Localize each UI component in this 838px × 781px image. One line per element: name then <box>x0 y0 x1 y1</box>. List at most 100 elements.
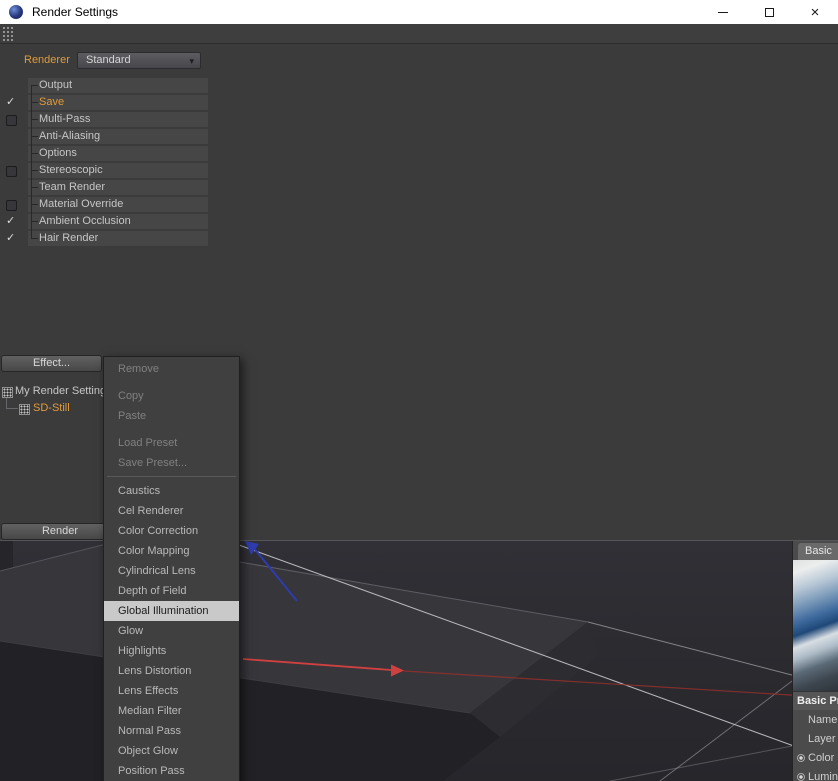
titlebar: Render Settings × <box>0 0 838 24</box>
render-setting-icon <box>2 387 13 398</box>
context-menu-item[interactable]: Object Glow <box>104 741 239 761</box>
tree-connector-line <box>31 85 32 238</box>
attribute-label: Color <box>808 752 835 764</box>
channel-radio-icon[interactable] <box>797 754 805 762</box>
checkbox-checked-icon: ✓ <box>6 232 16 244</box>
settings-tree-label: Stereoscopic <box>39 164 103 176</box>
attribute-rows: Name Layer Color Luminance <box>793 711 838 781</box>
attribute-row[interactable]: Name <box>793 711 838 730</box>
settings-checkbox[interactable]: ✓ <box>4 94 20 111</box>
settings-tree-label: Multi-Pass <box>39 113 91 125</box>
channel-radio-icon[interactable] <box>797 773 805 781</box>
tab-basic[interactable]: Basic <box>798 543 838 560</box>
close-button[interactable]: × <box>792 0 838 24</box>
settings-checkbox[interactable]: ✓ <box>4 179 20 196</box>
context-menu-item-label: Paste <box>118 410 147 422</box>
chevron-down-icon: ▾ <box>189 56 194 66</box>
settings-checkbox[interactable]: ✓ <box>4 196 20 213</box>
settings-checkbox[interactable]: ✓ <box>4 162 20 179</box>
checkbox-checked-icon: ✓ <box>6 96 16 108</box>
render-button[interactable]: Render <box>1 523 119 540</box>
context-menu-item[interactable]: Caustics <box>104 481 239 501</box>
settings-checkbox[interactable]: ✓ <box>4 77 20 94</box>
attribute-label: Luminance <box>808 771 838 781</box>
context-menu-item[interactable]: Lens Effects <box>104 681 239 701</box>
context-menu-item-label: Normal Pass <box>118 725 181 737</box>
context-menu-item[interactable]: Load Preset <box>104 433 239 453</box>
context-menu-item-label: Lens Distortion <box>118 665 192 677</box>
attribute-label: Name <box>808 714 838 726</box>
settings-checkbox[interactable]: ✓ <box>4 111 20 128</box>
context-menu-item[interactable]: Depth of Field <box>104 581 239 601</box>
settings-row-bar: Options <box>28 146 208 161</box>
maximize-button[interactable] <box>746 0 792 24</box>
preset-tree-label: My Render Setting <box>15 385 107 397</box>
attribute-row[interactable]: Layer <box>793 730 838 749</box>
context-menu-item[interactable]: Highlights <box>104 641 239 661</box>
effect-context-menu: Remove Copy Paste Load Preset Save Prese… <box>103 356 240 781</box>
settings-checkbox[interactable]: ✓ <box>4 213 20 230</box>
settings-row-bar: Anti-Aliasing <box>28 129 208 144</box>
context-menu-item[interactable]: Lens Distortion <box>104 661 239 681</box>
maximize-icon <box>764 7 774 17</box>
settings-tree-label: Save <box>39 96 65 108</box>
effect-button[interactable]: Effect... <box>1 355 102 372</box>
settings-row-bar: Save <box>28 95 208 110</box>
context-menu-item-label: Caustics <box>118 485 161 497</box>
window-controls: × <box>700 0 838 24</box>
context-menu-item[interactable]: Global Illumination <box>104 601 239 621</box>
drag-handle-icon <box>2 26 14 41</box>
context-menu-item-label: Color Correction <box>118 525 199 537</box>
context-menu-item[interactable]: Position Pass <box>104 761 239 781</box>
drag-strip[interactable] <box>0 24 838 44</box>
context-menu-item[interactable]: Save Preset... <box>104 453 239 477</box>
minimize-button[interactable] <box>700 0 746 24</box>
renderer-label: Renderer <box>24 54 70 66</box>
context-menu-item[interactable]: Color Correction <box>104 521 239 541</box>
context-menu-item[interactable]: Normal Pass <box>104 721 239 741</box>
context-menu-item-label: Position Pass <box>118 765 185 777</box>
context-menu-item-label: Highlights <box>118 645 167 657</box>
cinema4d-app-icon <box>9 5 23 19</box>
context-menu-item-label: Remove <box>118 363 159 375</box>
settings-tree: ✓ Output ✓ Save ✓ Multi-Pass <box>0 77 212 247</box>
context-menu-item-label: Object Glow <box>118 745 178 757</box>
render-setting-icon <box>19 404 30 415</box>
context-menu-item-label: Global Illumination <box>118 605 209 617</box>
context-menu-item-label: Color Mapping <box>118 545 190 557</box>
attribute-row[interactable]: Luminance <box>793 768 838 781</box>
context-menu-item[interactable]: Cylindrical Lens <box>104 561 239 581</box>
renderer-dropdown-value: Standard <box>86 54 131 66</box>
context-menu-item-label: Copy <box>118 390 144 402</box>
material-preview-thumbnail[interactable] <box>793 560 838 692</box>
context-menu-item[interactable]: Median Filter <box>104 701 239 721</box>
settings-checkbox[interactable]: ✓ <box>4 230 20 247</box>
context-menu-item[interactable]: Color Mapping <box>104 541 239 561</box>
checkbox-unchecked-icon <box>6 166 17 177</box>
grid-line <box>659 680 793 781</box>
context-menu-item[interactable]: Glow <box>104 621 239 641</box>
settings-tree-label: Ambient Occlusion <box>39 215 131 227</box>
attribute-row[interactable]: Color <box>793 749 838 768</box>
settings-tree-label: Anti-Aliasing <box>39 130 101 142</box>
context-menu-item[interactable]: Remove <box>104 359 239 379</box>
settings-checkbox[interactable]: ✓ <box>4 145 20 162</box>
context-menu-item[interactable]: Copy <box>104 386 239 406</box>
context-menu-item-label: Glow <box>118 625 144 637</box>
settings-tree-label: Team Render <box>39 181 106 193</box>
context-menu-item-label: Save Preset... <box>118 457 188 469</box>
checkbox-unchecked-icon <box>6 115 17 126</box>
checkbox-unchecked-icon <box>6 200 17 211</box>
context-menu-item[interactable]: Cel Renderer <box>104 501 239 521</box>
context-menu-item[interactable]: Paste <box>104 406 239 426</box>
settings-checkbox[interactable]: ✓ <box>4 128 20 145</box>
context-menu-item-label: Cylindrical Lens <box>118 565 196 577</box>
context-menu-item-label: Depth of Field <box>118 585 187 597</box>
settings-tree-label: Material Override <box>39 198 124 210</box>
settings-row-bar: Ambient Occlusion <box>28 214 208 229</box>
renderer-dropdown[interactable]: Standard ▾ <box>77 52 201 69</box>
settings-row-bar: Output <box>28 78 208 93</box>
minimize-icon <box>718 11 728 13</box>
settings-row-bar: Material Override <box>28 197 208 212</box>
grid-line <box>609 745 793 781</box>
